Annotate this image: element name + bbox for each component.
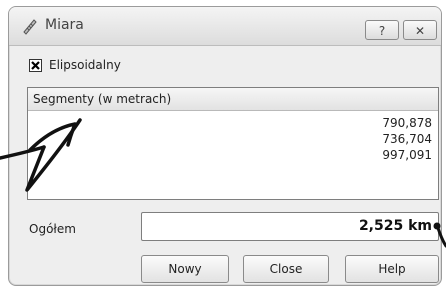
window-title: Miara [45, 17, 84, 33]
help-title-button[interactable]: ? [365, 20, 399, 40]
checkmark-x-icon [31, 61, 40, 70]
title-bar[interactable]: Miara ? ✕ [9, 7, 441, 46]
list-item[interactable]: 790,878 [312, 115, 432, 131]
help-button[interactable]: Help [345, 255, 439, 283]
list-item[interactable]: 736,704 [312, 131, 432, 147]
ellipsoidal-checkbox[interactable] [29, 59, 42, 72]
total-label: Ogółem [29, 222, 76, 236]
close-button[interactable]: Close [243, 255, 329, 283]
segments-header[interactable]: Segmenty (w metrach) [28, 88, 438, 111]
new-button[interactable]: Nowy [141, 255, 229, 283]
ellipsoidal-label: Elipsoidalny [49, 58, 121, 72]
measure-dialog: Miara ? ✕ Elipsoidalny Segmenty (w metra… [8, 6, 442, 286]
total-value-field: 2,525 km [141, 212, 439, 241]
segments-list[interactable]: Segmenty (w metrach) 790,878 736,704 997… [27, 87, 439, 200]
close-title-button[interactable]: ✕ [403, 20, 437, 40]
segments-rows: 790,878 736,704 997,091 [312, 115, 432, 163]
ruler-icon [21, 17, 39, 35]
list-item[interactable]: 997,091 [312, 147, 432, 163]
